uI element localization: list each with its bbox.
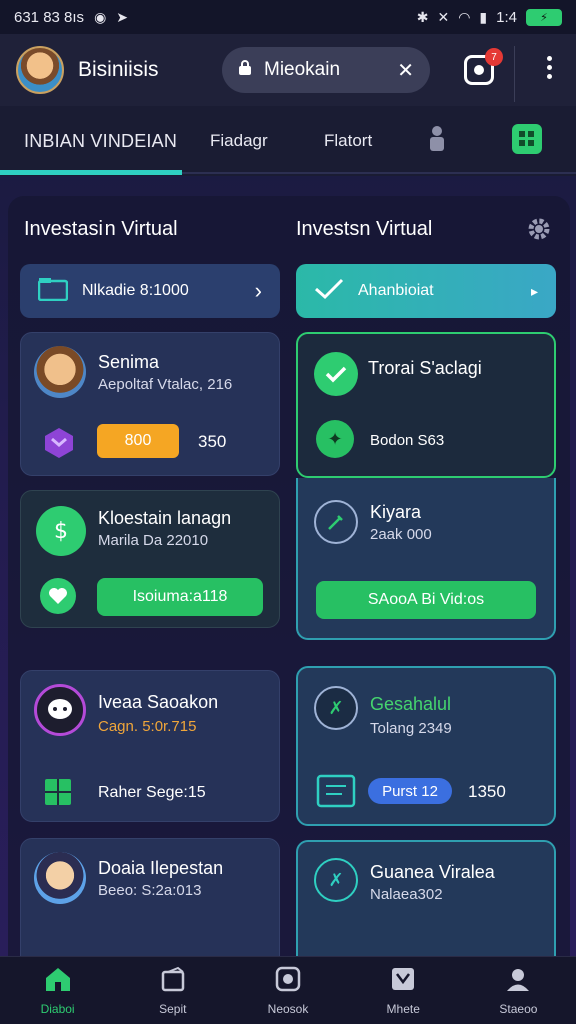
camera-icon bbox=[474, 65, 484, 75]
tag-icon bbox=[390, 966, 416, 997]
nav-item-mhete[interactable]: Mhete bbox=[346, 957, 461, 1024]
user-avatar bbox=[34, 852, 86, 904]
nav-label: Staeoo bbox=[499, 1001, 538, 1016]
bottom-nav: Diaboi Sepit Neosok Mhete Staeoo bbox=[0, 956, 576, 1024]
app-bar: Bisiniisis Mieokain ✕ 7 bbox=[0, 34, 576, 106]
divider bbox=[514, 46, 515, 102]
card-row-text: Bodon S63 bbox=[370, 432, 445, 449]
box-icon bbox=[160, 966, 186, 997]
nav-label: Mhete bbox=[386, 1001, 420, 1016]
right-top-pill[interactable]: Ahanbioiat ▸ bbox=[296, 264, 556, 318]
card-name: Kloestain lanagn bbox=[98, 508, 232, 528]
action-button[interactable]: SAooA Bi Vid:os bbox=[316, 581, 536, 619]
more-menu-icon[interactable] bbox=[547, 56, 552, 79]
camera-icon bbox=[275, 966, 301, 997]
card-subtitle: Aepoltaf Vtalac, 216 bbox=[98, 376, 233, 393]
bluetooth-icon: ✱ bbox=[416, 8, 429, 25]
pill-badge[interactable]: Purst 12 bbox=[368, 778, 452, 804]
card-name: Iveaa Saoakon bbox=[98, 692, 219, 712]
left-section-title: Investasi n Virtual bbox=[24, 218, 178, 240]
card-name: Gesahalul bbox=[370, 694, 452, 714]
svg-text:$: $ bbox=[54, 519, 68, 544]
card-subtitle: Nalaea302 bbox=[370, 886, 443, 903]
tab-bar: INBIAN VINDEIAN Fiadagr Flatort bbox=[0, 106, 576, 176]
battery-icon: ⚡ bbox=[526, 8, 562, 26]
tab-inbian[interactable]: INBIAN VINDEIAN bbox=[24, 131, 210, 152]
card-name: Doaia Ilepestan bbox=[98, 858, 224, 878]
tool-icon: ✗ bbox=[314, 858, 358, 902]
play-icon: ▸ bbox=[530, 282, 538, 299]
mute-icon: ✕ bbox=[437, 8, 450, 25]
search-field[interactable]: Mieokain ✕ bbox=[222, 47, 430, 93]
profile-icon[interactable] bbox=[426, 125, 448, 158]
chevron-right-icon: › bbox=[254, 278, 262, 303]
rocket-icon: ✦ bbox=[316, 420, 354, 458]
card-value: 1350 bbox=[468, 782, 506, 801]
right-top-pill-label: Ahanbioiat bbox=[358, 282, 434, 299]
nav-label: Diaboi bbox=[40, 1001, 75, 1016]
search-value: Mieokain bbox=[264, 59, 341, 80]
signal-icon: ▮ bbox=[479, 8, 488, 25]
check-icon bbox=[314, 278, 344, 305]
card-subtitle: 2aak 000 bbox=[370, 526, 432, 543]
left-top-pill[interactable]: Nlkadie 8:1000 › bbox=[20, 264, 280, 318]
folder-icon bbox=[37, 277, 69, 306]
close-icon[interactable]: ✕ bbox=[397, 58, 414, 83]
chevron-badge-icon bbox=[42, 426, 76, 465]
pen-icon bbox=[314, 500, 358, 544]
grid-app-icon[interactable] bbox=[512, 123, 542, 159]
card-subtitle: Marila Da 22010 bbox=[98, 532, 209, 549]
action-button[interactable]: Isoiuma:a118 bbox=[97, 578, 263, 616]
nav-item-home[interactable]: Diaboi bbox=[0, 957, 115, 1024]
camera-button[interactable]: 7 bbox=[464, 48, 503, 85]
dollar-icon: $ bbox=[36, 506, 86, 556]
card-subtitle: Cagn. 5:0r.715 bbox=[98, 718, 197, 735]
avatar[interactable] bbox=[16, 46, 64, 94]
nav-label: Neosok bbox=[267, 1001, 309, 1016]
active-tab-indicator bbox=[0, 170, 182, 175]
card-value: 350 bbox=[198, 432, 227, 451]
gear-icon[interactable] bbox=[526, 216, 552, 247]
wifi-icon: ◠ bbox=[458, 8, 471, 25]
card-row-text: Raher Sege:15 bbox=[98, 784, 206, 801]
status-bar: 631 83 8ıs ◉ ➤ ✱ ✕ ◠ ▮ 1:4 ⚡ bbox=[0, 0, 576, 34]
tool-icon: ✗ bbox=[314, 686, 358, 730]
user-avatar bbox=[34, 346, 86, 398]
nav-label: Sepit bbox=[159, 1001, 187, 1016]
card-name: Kiyara bbox=[370, 502, 422, 522]
user-avatar bbox=[34, 684, 86, 736]
notification-badge: 7 bbox=[485, 48, 503, 66]
nav-item-sepit[interactable]: Sepit bbox=[115, 957, 230, 1024]
nav-item-neosok[interactable]: Neosok bbox=[230, 957, 345, 1024]
card-subtitle: Beeo: S:2a:013 bbox=[98, 882, 202, 899]
notification-icon: ◉ bbox=[94, 8, 107, 25]
nav-item-staeoo[interactable]: Staeoo bbox=[461, 957, 576, 1024]
user-icon bbox=[505, 966, 531, 997]
amount-button[interactable]: 800 bbox=[97, 424, 179, 458]
card-subtitle: Tolang 2349 bbox=[370, 720, 452, 737]
card-name: Trorai S'aclagi bbox=[368, 358, 482, 378]
card-name: Senima bbox=[98, 352, 160, 372]
right-section-title: Investsn Virtual bbox=[296, 218, 433, 240]
app-title: Bisiniisis bbox=[78, 58, 159, 81]
heart-icon bbox=[40, 578, 76, 614]
card-name: Guanea Viralea bbox=[370, 862, 495, 882]
send-icon: ➤ bbox=[116, 8, 129, 25]
clipboard-icon bbox=[316, 772, 356, 813]
left-top-pill-label: Nlkadie 8:1000 bbox=[82, 282, 189, 299]
tab-separator bbox=[182, 172, 576, 174]
book-icon bbox=[42, 776, 74, 813]
tab-fiadagr[interactable]: Fiadagr bbox=[210, 131, 324, 151]
status-time: 631 83 8ıs bbox=[14, 8, 85, 26]
lock-icon bbox=[238, 59, 252, 81]
home-icon bbox=[44, 966, 72, 997]
check-circle-icon bbox=[314, 352, 358, 396]
status-right-text: 1:4 bbox=[496, 8, 517, 26]
tab-flatort[interactable]: Flatort bbox=[324, 131, 424, 151]
